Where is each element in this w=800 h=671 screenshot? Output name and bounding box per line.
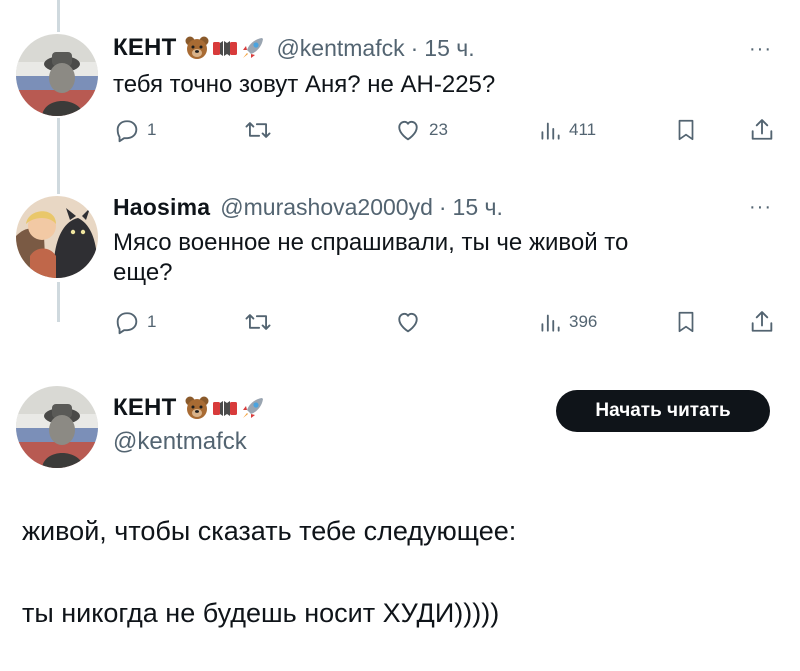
bookmark-button[interactable] — [673, 308, 699, 336]
timestamp[interactable]: 15 ч. — [453, 194, 503, 221]
main-tweet-text-line: ты никогда не будешь носит ХУДИ))))) — [22, 598, 500, 628]
retweet-button[interactable] — [243, 116, 279, 144]
display-name[interactable]: КЕНТ — [113, 34, 176, 62]
thread-connector-2 — [57, 282, 60, 322]
tweet-actions: 1 23 411 — [113, 116, 778, 146]
tweet-text: тебя точно зовут Аня? не АН-225? — [113, 70, 495, 100]
tweet-text-line: тебя точно зовут Аня? не АН-225? — [113, 71, 496, 98]
heart-icon — [398, 312, 418, 333]
separator-dot: · — [410, 34, 419, 61]
tweet-text-line: еще? — [113, 259, 173, 286]
thread-connector-top — [57, 0, 60, 32]
heart-icon — [398, 120, 418, 141]
reply-count: 1 — [147, 120, 157, 139]
avatar[interactable] — [16, 34, 98, 116]
separator-dot: · — [438, 194, 447, 220]
tweet-header: КЕНТ @kentmafck · 15 ч. — [113, 34, 475, 62]
like-count: 23 — [429, 120, 448, 139]
views-chart-icon — [541, 122, 560, 140]
rocket-emoji-icon — [243, 38, 264, 58]
reply-icon — [116, 120, 138, 143]
reply-button[interactable]: 1 — [113, 116, 156, 144]
reply-icon — [116, 312, 138, 335]
handle[interactable]: @kentmafck — [276, 35, 404, 62]
accordion-emoji-icon — [213, 41, 238, 56]
rocket-emoji-icon — [243, 398, 264, 418]
views-button[interactable]: 396 — [537, 308, 597, 336]
avatar[interactable] — [16, 196, 98, 278]
name-emojis — [184, 35, 266, 61]
bookmark-button[interactable] — [673, 116, 699, 144]
handle[interactable]: @kentmafck — [113, 428, 247, 456]
bear-emoji-icon — [185, 396, 209, 419]
more-options-icon[interactable]: ··· — [749, 38, 772, 61]
handle[interactable]: @murashova2000yd — [220, 194, 433, 221]
display-name[interactable]: Haosima — [113, 194, 210, 221]
share-button[interactable] — [748, 116, 776, 144]
main-tweet-text-line: живой, чтобы сказать тебе следующее: — [22, 516, 517, 546]
tweet-actions: 1 396 — [113, 308, 778, 338]
share-button[interactable] — [748, 308, 776, 336]
tweet-text-line: Мясо военное не спрашивали, ты че живой … — [113, 229, 629, 256]
avatar-image-icon — [16, 386, 98, 468]
thread-connector-1 — [57, 118, 60, 194]
avatar-image-icon — [16, 196, 98, 278]
avatar[interactable] — [16, 386, 98, 468]
views-button[interactable]: 411 — [537, 116, 596, 144]
accordion-emoji-icon — [213, 401, 238, 416]
bookmark-icon — [678, 119, 694, 141]
bookmark-icon — [678, 311, 694, 333]
bear-emoji-icon — [185, 36, 209, 59]
retweet-icon — [245, 122, 271, 138]
tweet-header: Haosima @murashova2000yd · 15 ч. — [113, 194, 503, 221]
share-icon — [751, 311, 773, 332]
more-options-icon[interactable]: ··· — [749, 196, 772, 219]
follow-button[interactable]: Начать читать — [556, 390, 770, 432]
like-button[interactable]: 23 — [393, 116, 448, 144]
name-emojis — [184, 395, 266, 421]
tweet-text: Мясо военное не спрашивали, ты че живой … — [113, 228, 628, 288]
views-chart-icon — [541, 314, 560, 332]
views-count: 396 — [569, 312, 598, 331]
views-count: 411 — [569, 120, 597, 139]
like-button[interactable] — [393, 308, 429, 336]
main-author-name-row: КЕНТ — [113, 394, 266, 422]
avatar-image-icon — [16, 34, 98, 116]
timestamp[interactable]: 15 ч. — [424, 35, 474, 62]
display-name[interactable]: КЕНТ — [113, 394, 176, 422]
reply-button[interactable]: 1 — [113, 308, 156, 336]
reply-count: 1 — [147, 312, 157, 331]
share-icon — [751, 119, 773, 140]
retweet-icon — [245, 314, 271, 330]
retweet-button[interactable] — [243, 308, 279, 336]
